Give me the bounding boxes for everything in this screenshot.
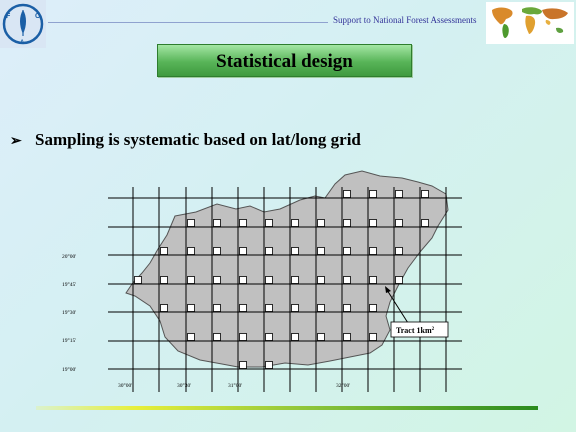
sample-plot [265,276,273,284]
sample-plot [291,247,299,255]
sample-plot [369,276,377,284]
sample-plot [265,333,273,341]
sample-plot [291,276,299,284]
tract-pointer [386,289,409,324]
sample-plot [213,333,221,341]
sample-plot [317,219,325,227]
sample-plot [291,333,299,341]
sample-plot [134,276,142,284]
sample-plot [369,219,377,227]
sample-plot [343,247,351,255]
tract-label: Tract 1km2 [396,326,435,335]
sample-plot [187,276,195,284]
sample-plot [239,333,247,341]
lat-label: 20°00' [62,253,76,260]
sample-plot [369,333,377,341]
lon-label: 31°00' [228,382,242,389]
sample-plot [317,276,325,284]
sample-plot [343,333,351,341]
sample-plot [187,247,195,255]
sample-plot [213,247,221,255]
sample-plot [239,361,247,369]
lat-label: 19°45' [62,281,76,288]
sample-plot [239,304,247,312]
sample-plot [395,219,403,227]
sample-plot [187,219,195,227]
sample-plot [369,190,377,198]
lat-label: 19°15' [62,337,76,344]
sample-plot [343,219,351,227]
sample-plot [213,276,221,284]
lon-label: 32°00' [336,382,350,389]
sample-plot [421,219,429,227]
lat-label: 19°30' [62,309,76,316]
footer-bar [36,406,538,410]
sample-plot [395,190,403,198]
sample-plot [421,190,429,198]
sample-plot [160,276,168,284]
sample-plot [291,304,299,312]
sample-plot [317,333,325,341]
sample-plot [395,247,403,255]
sample-plot [265,219,273,227]
sample-plot [187,304,195,312]
sample-plot [343,276,351,284]
sample-plot [160,247,168,255]
lon-label: 30°00' [118,382,132,389]
sample-plot [213,304,221,312]
sample-plot [265,361,273,369]
sample-plot [239,276,247,284]
sample-plot [239,219,247,227]
sample-plot [160,304,168,312]
sample-plot [317,304,325,312]
sample-plot [187,333,195,341]
sample-plot [239,247,247,255]
lon-label: 30°30' [177,382,191,389]
sample-plot [291,219,299,227]
sample-plot [265,304,273,312]
grid-map: 20°00' 19°45' 19°30' 19°15' 19°00' 30°00… [62,170,462,392]
sample-plot [317,247,325,255]
sample-plot [213,219,221,227]
sample-plot [343,304,351,312]
sample-plot [343,190,351,198]
sample-plot [369,304,377,312]
sample-plot [369,247,377,255]
sample-plot [265,247,273,255]
lat-label: 19°00' [62,366,76,373]
country-shape [125,170,449,368]
sample-plot [395,276,403,284]
